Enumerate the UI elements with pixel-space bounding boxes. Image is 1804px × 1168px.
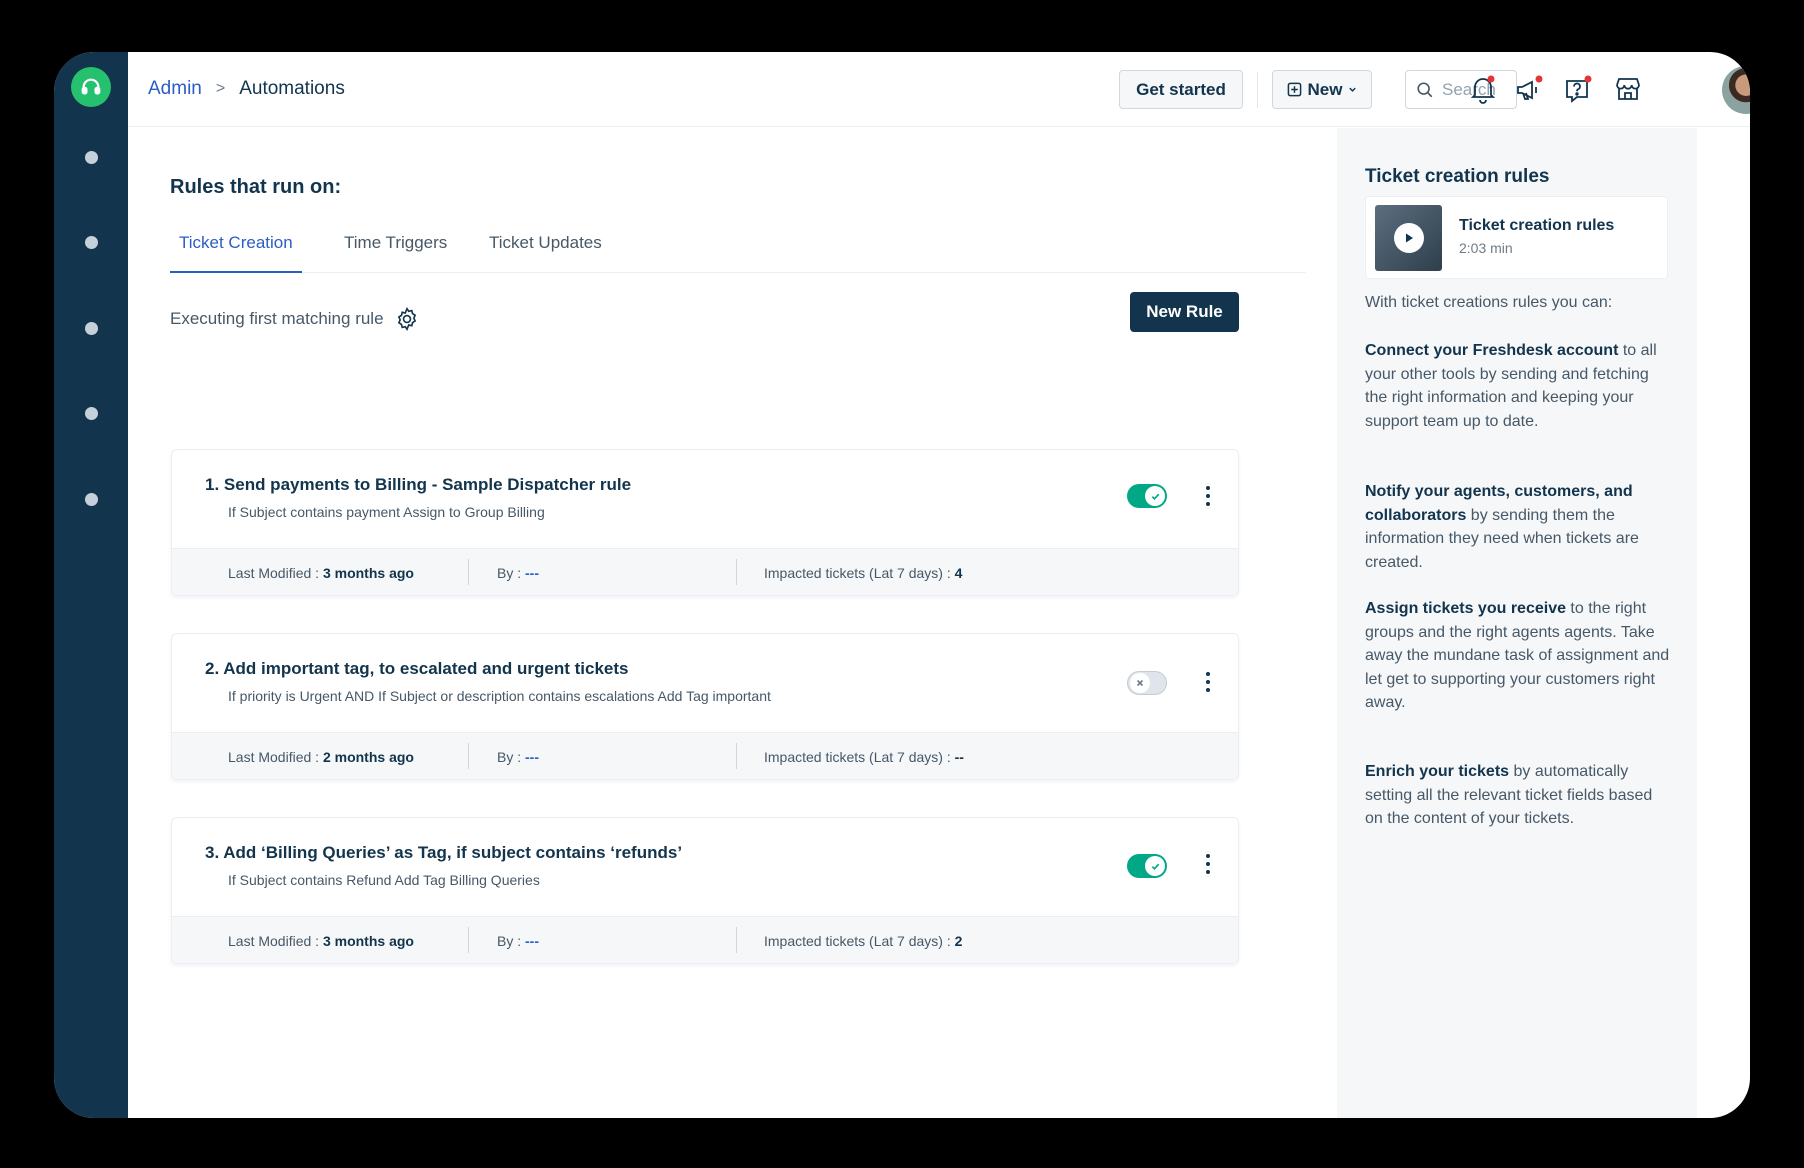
check-icon [1145,856,1165,876]
rule-title[interactable]: 3. Add ‘Billing Queries’ as Tag, if subj… [205,843,682,863]
rule-tabs: Ticket Creation Time Triggers Ticket Upd… [170,233,1306,273]
more-options-icon[interactable] [1200,852,1216,876]
rule-card-2[interactable]: 2. Add important tag, to escalated and u… [171,633,1239,780]
breadcrumb-current: Automations [239,78,345,99]
rule-card-3[interactable]: 3. Add ‘Billing Queries’ as Tag, if subj… [171,817,1239,964]
header-divider [1257,72,1258,108]
help-paragraph: Assign tickets you receive to the right … [1365,600,1670,711]
help-paragraph: Notify your agents, customers, and colla… [1365,483,1639,571]
more-options-icon[interactable] [1200,670,1216,694]
sidebar-item-2[interactable] [85,236,98,249]
rule-description: If priority is Urgent AND If Subject or … [228,688,771,704]
video-card[interactable]: Ticket creation rules 2:03 min [1365,196,1668,279]
last-modified: Last Modified : 3 months ago [228,565,414,581]
rule-footer: Last Modified : 3 months ago By : --- Im… [172,916,1238,963]
footer-divider [736,927,737,953]
sidebar-item-5[interactable] [85,493,98,506]
gear-icon[interactable] [394,306,420,332]
modified-by: By : --- [497,749,540,765]
rule-enabled-toggle[interactable] [1127,671,1167,695]
video-duration: 2:03 min [1459,240,1513,256]
video-thumbnail[interactable] [1375,205,1442,271]
x-icon [1130,673,1150,693]
rule-title[interactable]: 1. Send payments to Billing - Sample Dis… [205,475,631,495]
tab-ticket-updates[interactable]: Ticket Updates [480,233,611,273]
tab-ticket-creation[interactable]: Ticket Creation [170,233,302,273]
top-header: Admin > Automations Get started New Sear… [128,52,1750,127]
breadcrumb: Admin > Automations [148,78,345,100]
help-panel: Ticket creation rules Ticket creation ru… [1337,128,1697,1118]
last-modified: Last Modified : 3 months ago [228,933,414,949]
last-modified: Last Modified : 2 months ago [228,749,414,765]
help-paragraph: Connect your Freshdesk account to all yo… [1365,342,1657,430]
new-button[interactable]: New [1272,70,1372,109]
plus-square-icon [1287,82,1301,97]
help-panel-title: Ticket creation rules [1365,166,1550,187]
main-content: Rules that run on: Ticket Creation Time … [128,128,1306,1118]
footer-divider [468,559,469,585]
rule-enabled-toggle[interactable] [1127,484,1167,508]
rule-title[interactable]: 2. Add important tag, to escalated and u… [205,659,629,679]
more-options-icon[interactable] [1200,484,1216,508]
get-started-button[interactable]: Get started [1119,70,1243,109]
rule-footer: Last Modified : 3 months ago By : --- Im… [172,548,1238,595]
footer-divider [736,559,737,585]
rule-footer: Last Modified : 2 months ago By : --- Im… [172,732,1238,779]
rule-enabled-toggle[interactable] [1127,854,1167,878]
help-icon[interactable] [1560,72,1594,106]
execution-mode-label: Executing first matching rule [170,309,384,328]
chevron-down-icon [1349,87,1357,92]
new-rule-button[interactable]: New Rule [1130,292,1239,332]
tab-time-triggers[interactable]: Time Triggers [335,233,456,273]
help-intro: With ticket creations rules you can: [1365,294,1613,311]
search-input[interactable]: Search [1405,70,1517,109]
rule-description: If Subject contains Refund Add Tag Billi… [228,872,540,888]
app-window: Admin > Automations Get started New Sear… [54,52,1750,1118]
page-title: Rules that run on: [170,176,342,198]
megaphone-icon[interactable] [1512,72,1546,106]
store-icon[interactable] [1611,72,1645,106]
sidebar-item-1[interactable] [85,151,98,164]
execution-mode-row: Executing first matching rule [170,306,420,332]
headset-icon[interactable] [71,67,111,107]
impacted-tickets: Impacted tickets (Lat 7 days) : 2 [764,933,963,949]
breadcrumb-admin-link[interactable]: Admin [148,78,202,100]
modified-by: By : --- [497,933,540,949]
avatar[interactable] [1722,66,1750,114]
rule-description: If Subject contains payment Assign to Gr… [228,504,545,520]
impacted-tickets: Impacted tickets (Lat 7 days) : 4 [764,565,963,581]
sidebar-item-4[interactable] [85,407,98,420]
sidebar [54,52,128,1118]
breadcrumb-separator: > [215,80,226,97]
bell-icon[interactable] [1466,72,1500,106]
impacted-tickets: Impacted tickets (Lat 7 days) : -- [764,749,964,765]
new-button-label: New [1307,79,1343,99]
video-title[interactable]: Ticket creation rules [1459,217,1614,235]
sidebar-item-3[interactable] [85,322,98,335]
search-icon [1417,81,1433,97]
footer-divider [468,927,469,953]
footer-divider [468,743,469,769]
help-paragraph: Enrich your tickets by automatically set… [1365,763,1653,827]
footer-divider [736,743,737,769]
play-icon[interactable] [1393,223,1424,253]
modified-by: By : --- [497,565,540,581]
rule-card-1[interactable]: 1. Send payments to Billing - Sample Dis… [171,449,1239,596]
check-icon [1145,486,1165,506]
